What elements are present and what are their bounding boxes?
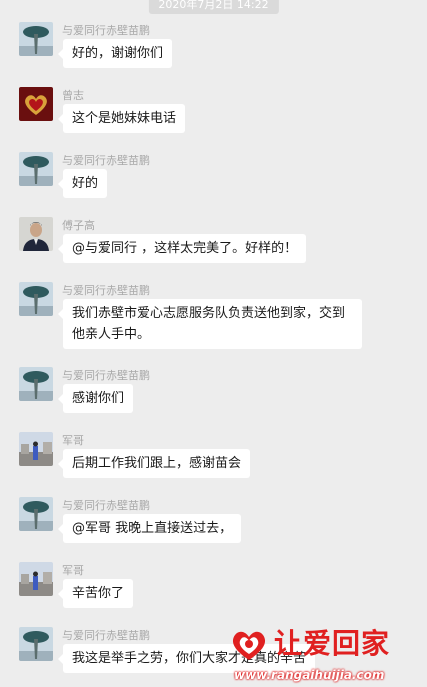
message-bubble[interactable]: 我们赤壁市爱心志愿服务队负责送他到家，交到他亲人手中。 [58, 299, 362, 349]
message-row: 与爱同行赤壁苗鹏 @军哥 我晚上直接送过去， [0, 497, 427, 557]
sender-name: 与爱同行赤壁苗鹏 [62, 629, 150, 642]
sender-name: 与爱同行赤壁苗鹏 [62, 284, 150, 297]
watermark-title: 让爱回家 [274, 627, 391, 660]
sender-name: 与爱同行赤壁苗鹏 [62, 24, 150, 37]
message-row: 与爱同行赤壁苗鹏 我们赤壁市爱心志愿服务队负责送他到家，交到他亲人手中。 [0, 282, 427, 349]
sender-name: 傅子高 [62, 219, 95, 232]
avatar-person-icon[interactable] [19, 217, 53, 251]
watermark-logo: 让爱回家 www.rangaihuijia.com [228, 622, 426, 684]
avatar-heart-icon[interactable] [19, 87, 53, 121]
sender-name: 与爱同行赤壁苗鹏 [62, 369, 150, 382]
watermark-url: www.rangaihuijia.com [234, 668, 385, 682]
avatar-tree-icon[interactable] [19, 282, 53, 316]
message-bubble[interactable]: 感谢你们 [57, 384, 134, 413]
message-row: 军哥 后期工作我们跟上，感谢苗会 [0, 432, 427, 492]
avatar-tree-icon[interactable] [19, 22, 53, 56]
sender-name: 与爱同行赤壁苗鹏 [62, 154, 150, 167]
message-row: 曾志 这个是她妹妹电话 [0, 87, 427, 147]
message-row: 军哥 辛苦你了 [0, 562, 427, 622]
avatar-tree-icon[interactable] [19, 627, 53, 661]
message-bubble[interactable]: 好的 [57, 169, 108, 198]
sender-name: 曾志 [62, 89, 84, 102]
message-bubble[interactable]: 好的，谢谢你们 [57, 39, 173, 68]
avatar-tree-icon[interactable] [19, 367, 53, 401]
message-bubble[interactable]: @与爱同行 ，这样太完美了。好样的！ [57, 234, 307, 263]
avatar-street-icon[interactable] [19, 562, 53, 596]
message-row: 傅子高 @与爱同行 ，这样太完美了。好样的！ [0, 217, 427, 277]
avatar-tree-icon[interactable] [19, 497, 53, 531]
message-row: 与爱同行赤壁苗鹏 感谢你们 [0, 367, 427, 427]
message-bubble[interactable]: 后期工作我们跟上，感谢苗会 [57, 449, 251, 478]
message-bubble[interactable]: @军哥 我晚上直接送过去， [57, 514, 242, 543]
sender-name: 与爱同行赤壁苗鹏 [62, 499, 150, 512]
message-row: 与爱同行赤壁苗鹏 好的 [0, 152, 427, 212]
avatar-street-icon[interactable] [19, 432, 53, 466]
heart-hands-icon [232, 631, 266, 660]
message-row: 与爱同行赤壁苗鹏 好的，谢谢你们 [0, 22, 427, 82]
message-bubble[interactable]: 辛苦你了 [57, 579, 134, 608]
message-bubble[interactable]: 这个是她妹妹电话 [57, 104, 186, 133]
sender-name: 军哥 [62, 434, 84, 447]
avatar-tree-icon[interactable] [19, 152, 53, 186]
sender-name: 军哥 [62, 564, 84, 577]
timestamp: 2020年7月2日 14:22 [148, 0, 279, 14]
